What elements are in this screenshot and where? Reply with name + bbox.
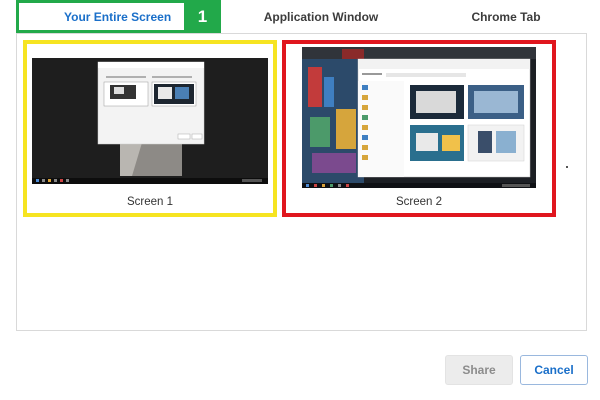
tab-your-entire-screen-label: Your Entire Screen: [64, 9, 172, 24]
tab-application-window[interactable]: Application Window: [246, 0, 396, 33]
step-number-badge: 1: [184, 0, 221, 33]
screen-2-tile[interactable]: Screen 2: [282, 40, 556, 217]
cancel-button[interactable]: Cancel: [520, 355, 588, 385]
tab-bar: Your Entire Screen 1 Application Window …: [16, 0, 588, 33]
screen-2-label: Screen 2: [395, 196, 443, 208]
screen-1-preview-image: [32, 58, 268, 184]
share-button[interactable]: Share: [445, 355, 513, 385]
tab-application-window-label: Application Window: [263, 9, 379, 24]
stray-dot: [566, 166, 568, 168]
tab-chrome-tab-label: Chrome Tab: [471, 9, 541, 24]
screen-1-thumbnail: [32, 58, 268, 184]
screen-2-preview-image: [302, 47, 536, 188]
tab-chrome-tab[interactable]: Chrome Tab: [436, 0, 576, 33]
screen-1-label: Screen 1: [126, 196, 174, 208]
screen-1-tile[interactable]: Screen 1: [23, 40, 277, 217]
screen-2-thumbnail: [302, 47, 536, 188]
share-screen-dialog: Your Entire Screen 1 Application Window …: [0, 0, 600, 400]
